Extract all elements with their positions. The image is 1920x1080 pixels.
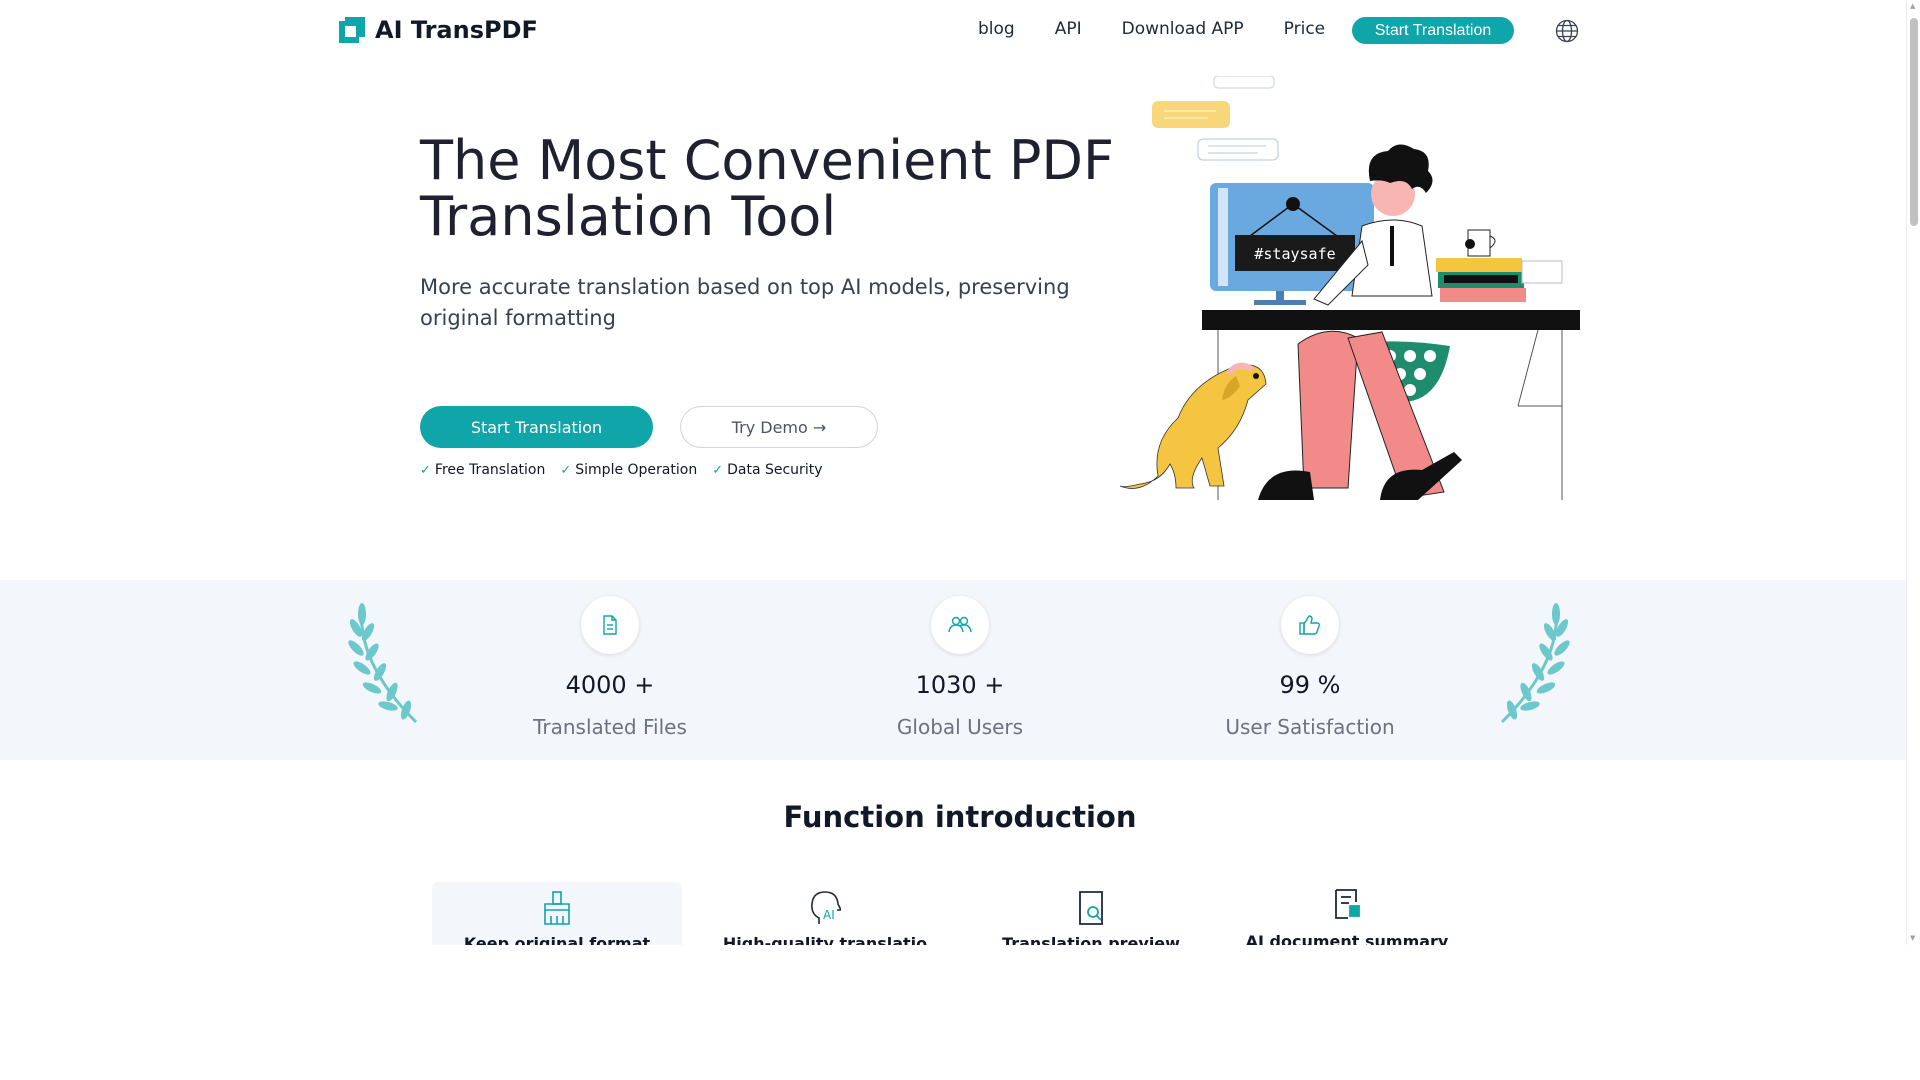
logo-link[interactable]: AI TransPDF <box>339 16 538 44</box>
stat-value: 1030 + <box>915 671 1005 699</box>
feature-item: ✓ Data Security <box>712 462 822 478</box>
hero-illustration: #staysafe <box>1119 76 1580 500</box>
tab-label: Translation preview <box>1002 934 1180 945</box>
scroll-down-icon[interactable]: ▼ <box>1910 934 1915 942</box>
nav-link-api[interactable]: API <box>1055 17 1082 41</box>
function-intro-title: Function introduction <box>783 800 1137 834</box>
page-scrollbar[interactable]: ▲ ▼ <box>1906 0 1920 945</box>
feature-list: ✓ Free Translation ✓ Simple Operation ✓ Dat… <box>420 462 822 478</box>
svg-text:AI: AI <box>823 908 835 922</box>
scroll-up-icon[interactable]: ▲ <box>1910 2 1915 10</box>
nav-link-download-app[interactable]: Download APP <box>1122 17 1244 41</box>
laurel-right-icon <box>1500 603 1570 724</box>
ai-head-icon: AI <box>811 891 841 924</box>
page: AI TransPDF blog API Download APP Price … <box>0 0 1906 1080</box>
hero-subtitle: More accurate translation based on top A… <box>420 275 1070 330</box>
tab-keep-original-format[interactable]: Keep original format <box>432 882 682 945</box>
globe-icon[interactable] <box>1555 19 1579 43</box>
stat-user-satisfaction: 99 % User Satisfaction <box>1180 596 1440 739</box>
feature-label: Simple Operation <box>575 462 698 478</box>
stat-translated-files: 4000 + Translated Files <box>480 596 740 739</box>
tab-high-quality-translation[interactable]: AI High-quality translatio <box>700 882 950 945</box>
stat-label: Global Users <box>896 715 1024 739</box>
tab-label: High-quality translatio <box>722 934 928 945</box>
laurel-left-icon <box>348 603 418 724</box>
stat-label: Translated Files <box>533 715 687 739</box>
nav-link-price[interactable]: Price <box>1284 17 1325 41</box>
document-icon <box>581 596 639 654</box>
nav-start-translation-button[interactable]: Start Translation <box>1352 17 1514 44</box>
check-icon: ✓ <box>560 462 572 478</box>
feature-label: Data Security <box>727 462 823 478</box>
check-icon: ✓ <box>712 462 724 478</box>
stat-label: User Satisfaction <box>1225 715 1395 739</box>
function-tabs: Keep original format AI High-quality tra… <box>432 882 1512 945</box>
feature-item: ✓ Simple Operation <box>560 462 697 478</box>
logo-icon <box>339 17 365 43</box>
tab-label: Keep original format <box>463 934 651 945</box>
thumbs-up-icon <box>1281 596 1339 654</box>
users-icon <box>931 596 989 654</box>
brush-icon <box>544 891 570 925</box>
try-demo-button[interactable]: Try Demo → <box>680 406 878 448</box>
check-icon: ✓ <box>420 462 431 478</box>
brand-name: AI TransPDF <box>375 16 538 44</box>
stats-section: 4000 + Translated Files 1030 + Global Us… <box>0 580 1906 760</box>
stat-value: 4000 + <box>565 671 655 699</box>
summary-icon <box>1335 889 1360 919</box>
feature-item: ✓ Free Translation <box>420 462 545 478</box>
tab-translation-preview[interactable]: Translation preview <box>966 882 1216 945</box>
hero-title: The Most Convenient PDF Translation Tool <box>420 129 1115 248</box>
start-translation-button[interactable]: Start Translation <box>420 406 653 448</box>
top-navbar: AI TransPDF blog API Download APP Price … <box>0 0 1906 60</box>
stat-global-users: 1030 + Global Users <box>830 596 1090 739</box>
nav-link-blog[interactable]: blog <box>978 17 1015 41</box>
stat-value: 99 % <box>1279 671 1341 699</box>
feature-label: Free Translation <box>434 462 546 478</box>
scroll-thumb[interactable] <box>1910 18 1918 226</box>
preview-icon <box>1079 891 1103 925</box>
nav-links: blog API Download APP Price <box>978 17 1365 41</box>
tab-label: AI document summary <box>1245 932 1449 945</box>
illustration-sign-text: #staysafe <box>1254 245 1335 263</box>
tab-ai-document-summary[interactable]: AI document summary <box>1222 882 1472 945</box>
